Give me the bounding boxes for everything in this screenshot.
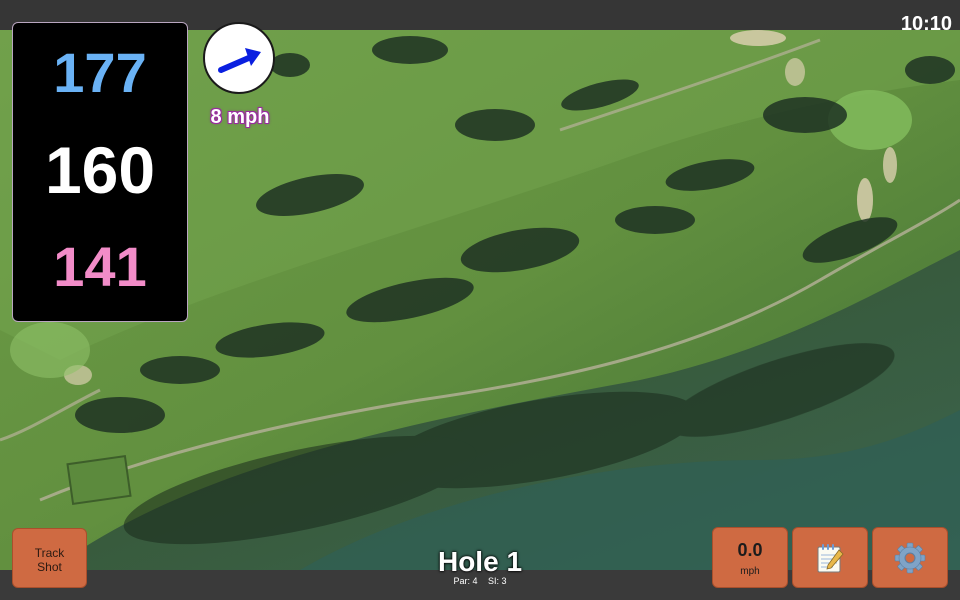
settings-button[interactable]: [872, 527, 948, 588]
track-shot-label-line2: Shot: [37, 560, 62, 574]
arrow-right-up-icon: [218, 48, 261, 73]
front-distance: 141: [53, 235, 147, 298]
track-shot-button[interactable]: Track Shot: [12, 528, 87, 588]
center-distance: 160: [44, 133, 156, 207]
speed-value: 0.0: [737, 540, 763, 560]
hole-par: Par: 4: [453, 576, 478, 586]
speed-unit: mph: [740, 566, 760, 577]
distance-panel: 177 160 141: [12, 22, 188, 322]
golf-gps-screen: 10:10 177 160 141 8 mph Track Shot Hole …: [0, 0, 960, 600]
wind-indicator: [203, 22, 275, 94]
speed-button[interactable]: 0.0 mph: [712, 527, 788, 588]
back-distance: 177: [53, 41, 147, 104]
wind-speed-label: 8 mph: [210, 106, 270, 128]
hole-title: Hole 1: [437, 546, 523, 577]
gear-icon: [894, 542, 926, 573]
hole-info: Par: 4 SI: 3: [380, 577, 580, 586]
hole-stroke-index: SI: 3: [488, 576, 507, 586]
notes-button[interactable]: [792, 527, 868, 588]
notepad-icon: [817, 543, 844, 572]
track-shot-label-line1: Track: [34, 546, 65, 560]
